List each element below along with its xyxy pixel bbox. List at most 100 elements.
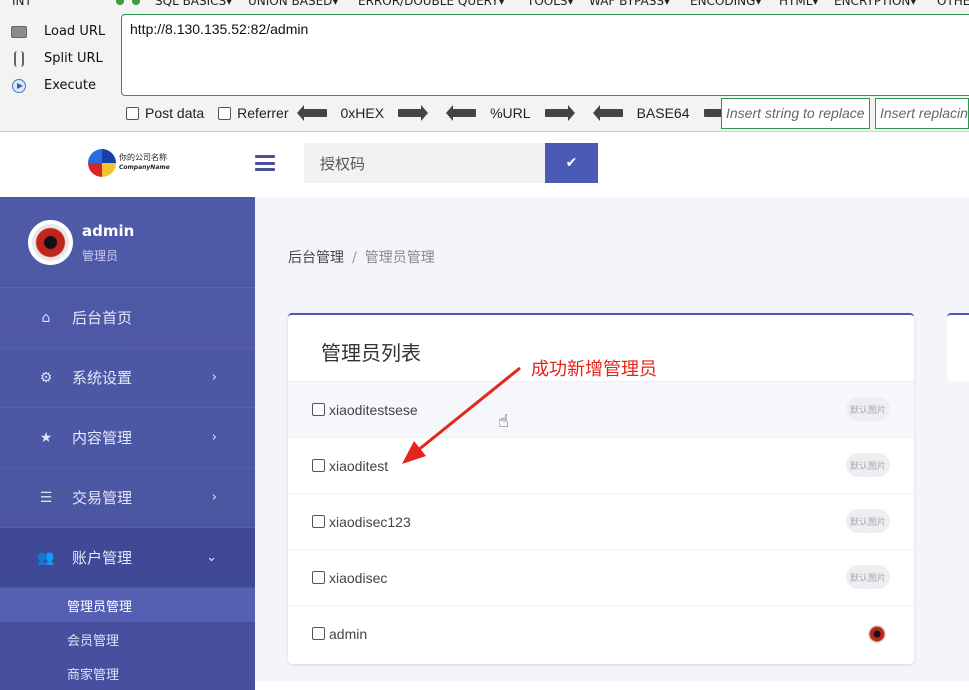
- decode-arrow-icon[interactable]: [446, 105, 477, 121]
- list-item[interactable]: xiaodisec123 默认图片: [288, 493, 914, 549]
- users-icon: 👥: [37, 549, 55, 566]
- avatar: [868, 625, 886, 643]
- admin-list: xiaoditestsese 默认图片 xiaoditest 默认图片 xiao…: [288, 381, 914, 661]
- authcode-input[interactable]: 授权码: [304, 143, 545, 183]
- hand-cursor-icon: ☝: [498, 411, 509, 432]
- menu-int[interactable]: INT: [12, 0, 32, 8]
- side-card: [947, 313, 969, 381]
- base64-label: BASE64: [636, 105, 690, 121]
- check-icon: ✔: [565, 155, 578, 171]
- company-logo[interactable]: 你的公司名称 CompanyName: [88, 149, 170, 177]
- sidebar-item-dashboard[interactable]: ⌂ 后台首页: [0, 288, 255, 348]
- user-role: 管理员: [82, 249, 119, 263]
- split-url-button[interactable]: Split URL: [8, 45, 118, 72]
- chevron-right-icon: ›: [211, 430, 217, 445]
- default-image-badge: 默认图片: [846, 397, 890, 421]
- sidebar-item-label: 系统设置: [72, 369, 133, 387]
- row-checkbox[interactable]: [312, 403, 325, 416]
- breadcrumb-current: 管理员管理: [364, 250, 435, 266]
- default-image-badge: 默认图片: [846, 565, 890, 589]
- decode-arrow-icon[interactable]: [592, 105, 623, 121]
- checkbox-box[interactable]: [126, 106, 139, 120]
- split-url-icon: [8, 50, 30, 67]
- row-checkbox[interactable]: [312, 571, 325, 584]
- card-title: 管理员列表: [321, 341, 421, 365]
- app-header: 你的公司名称 CompanyName 授权码 ✔: [0, 133, 969, 197]
- menu-waf-bypass[interactable]: WAF BYPASS▾: [589, 0, 670, 8]
- user-profile: admin 管理员: [0, 197, 255, 288]
- home-icon: ⌂: [41, 309, 51, 326]
- default-image-badge: 默认图片: [846, 453, 890, 477]
- hackbar-toolbar: INT SQL BASICS▾ UNION BASED▾ ERROR/DOUBL…: [0, 0, 969, 132]
- sidebar-item-system-settings[interactable]: ⚙ 系统设置 ›: [0, 348, 255, 408]
- admin-name: admin: [329, 625, 368, 642]
- logo-company-en: CompanyName: [119, 164, 170, 171]
- base64-encoder[interactable]: BASE64: [592, 105, 734, 121]
- menu-other[interactable]: OTHER: [937, 0, 969, 8]
- list-item[interactable]: xiaoditestsese 默认图片: [288, 381, 914, 437]
- admin-name: xiaodisec123: [329, 513, 411, 530]
- split-url-label: Split URL: [44, 51, 103, 66]
- row-checkbox[interactable]: [312, 459, 325, 472]
- post-data-checkbox[interactable]: Post data: [126, 105, 204, 121]
- referrer-checkbox[interactable]: Referrer: [218, 105, 289, 121]
- encode-arrow-icon[interactable]: [544, 105, 575, 121]
- list-icon: ☰: [39, 489, 53, 506]
- admin-name: xiaoditest: [329, 457, 389, 474]
- chevron-down-icon: ⌄: [206, 550, 217, 565]
- menu-toggle-icon[interactable]: [255, 155, 275, 171]
- post-data-label: Post data: [145, 105, 205, 121]
- execute-button[interactable]: Execute: [8, 72, 118, 99]
- replacing-string-input[interactable]: Insert replacing string: [875, 98, 969, 129]
- load-url-button[interactable]: Load URL: [8, 18, 118, 45]
- authcode-submit-button[interactable]: ✔: [545, 143, 598, 183]
- sidebar-item-content[interactable]: ★ 内容管理 ›: [0, 408, 255, 468]
- status-dot-icon: [132, 0, 140, 5]
- sidebar-item-accounts[interactable]: 👥 账户管理 ⌄: [0, 528, 255, 588]
- menu-encoding[interactable]: ENCODING▾: [690, 0, 761, 8]
- checkbox-box[interactable]: [218, 106, 232, 120]
- url-textarea[interactable]: http://8.130.135.52:82/admin: [121, 14, 969, 96]
- row-checkbox[interactable]: [312, 515, 325, 528]
- admin-name: xiaoditestsese: [329, 401, 418, 418]
- list-item[interactable]: admin: [288, 605, 914, 661]
- chevron-right-icon: ›: [211, 370, 217, 385]
- list-item[interactable]: xiaodisec 默认图片: [288, 549, 914, 605]
- menu-union-based[interactable]: UNION BASED▾: [248, 0, 338, 8]
- menu-encryption[interactable]: ENCRYPTION▾: [834, 0, 916, 8]
- row-checkbox[interactable]: [312, 627, 325, 640]
- annotation-label: 成功新增管理员: [531, 359, 657, 380]
- sidebar-item-transactions[interactable]: ☰ 交易管理 ›: [0, 468, 255, 528]
- star-icon: ★: [39, 429, 53, 446]
- menu-sql-basics[interactable]: SQL BASICS▾: [155, 0, 232, 8]
- sidebar-item-label: 内容管理: [72, 429, 133, 447]
- sidebar-item-label: 交易管理: [72, 489, 133, 507]
- menu-html[interactable]: HTML▾: [779, 0, 818, 8]
- sidebar-subitem-admins[interactable]: 管理员管理: [0, 588, 255, 622]
- menu-error-double-query[interactable]: ERROR/DOUBLE QUERY▾: [358, 0, 505, 8]
- encode-arrow-icon[interactable]: [398, 105, 429, 121]
- hex-label: 0xHEX: [340, 105, 385, 121]
- sidebar-item-label: 后台首页: [72, 309, 133, 327]
- url-encode-label: %URL: [490, 105, 531, 121]
- logo-icon: [88, 149, 116, 177]
- gear-icon: ⚙: [39, 369, 53, 386]
- status-dot-icon: [116, 0, 124, 5]
- referrer-label: Referrer: [237, 105, 289, 121]
- sidebar-subitem-merchants[interactable]: 商家管理: [0, 656, 255, 690]
- chevron-right-icon: ›: [211, 490, 217, 505]
- list-item[interactable]: xiaoditest 默认图片: [288, 437, 914, 493]
- breadcrumb-root[interactable]: 后台管理: [288, 250, 344, 266]
- load-url-label: Load URL: [44, 24, 106, 39]
- decode-arrow-icon[interactable]: [296, 105, 327, 121]
- avatar[interactable]: [28, 220, 73, 265]
- execute-icon: [8, 78, 30, 94]
- sidebar-subitem-members[interactable]: 会员管理: [0, 622, 255, 656]
- menu-tools[interactable]: TOOLS▾: [527, 0, 574, 8]
- execute-label: Execute: [44, 78, 96, 93]
- breadcrumb: 后台管理 / 管理员管理: [288, 250, 435, 266]
- url-encoder[interactable]: %URL: [446, 105, 575, 121]
- load-url-icon: [8, 24, 30, 40]
- replace-string-input[interactable]: Insert string to replace: [721, 98, 870, 129]
- hex-encoder[interactable]: 0xHEX: [296, 105, 429, 121]
